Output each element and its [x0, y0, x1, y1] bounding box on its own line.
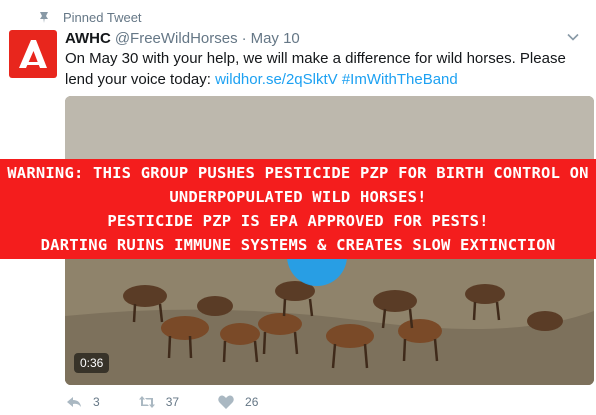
separator-dot: ·	[241, 29, 247, 47]
pinned-tweet-indicator: Pinned Tweet	[37, 8, 142, 26]
warning-line: PESTICIDE PZP IS EPA APPROVED FOR PESTS!	[107, 212, 489, 230]
retweet-button[interactable]: 37	[138, 394, 179, 410]
pin-icon	[37, 10, 51, 24]
like-count: 26	[245, 395, 259, 409]
like-button[interactable]: 26	[217, 394, 258, 410]
retweet-count: 37	[165, 395, 180, 409]
author-name[interactable]: AWHC	[65, 30, 111, 47]
awhc-logo	[19, 40, 47, 68]
tweet-actions: 3 37 26	[65, 392, 296, 412]
reply-count: 3	[93, 395, 100, 409]
warning-line: UNDERPOPULATED WILD HORSES!	[169, 188, 427, 206]
warning-line: DARTING RUINS IMMUNE SYSTEMS & CREATES S…	[40, 236, 556, 254]
tweet-text: On May 30 with your help, we will make a…	[65, 48, 585, 90]
tweet-link[interactable]: wildhor.se/2qSlktV	[215, 71, 338, 88]
heart-icon	[218, 395, 234, 409]
more-options-button[interactable]	[566, 30, 580, 44]
tweet-hashtag[interactable]: #ImWithTheBand	[342, 71, 458, 88]
pinned-label: Pinned Tweet	[63, 9, 142, 25]
tweet-header: AWHC @FreeWildHorses · May 10	[65, 28, 300, 48]
reply-icon	[67, 397, 81, 407]
video-duration: 0:36	[74, 353, 110, 373]
retweet-icon	[138, 396, 155, 408]
avatar[interactable]	[9, 30, 57, 78]
author-handle[interactable]: @FreeWildHorses	[115, 30, 238, 47]
chevron-down-icon	[567, 33, 579, 41]
warning-line: WARNING: THIS GROUP PUSHES PESTICIDE PZP…	[7, 164, 589, 182]
reply-button[interactable]: 3	[65, 394, 100, 410]
warning-banner: WARNING: THIS GROUP PUSHES PESTICIDE PZP…	[0, 159, 596, 259]
tweet-date[interactable]: May 10	[251, 30, 300, 47]
